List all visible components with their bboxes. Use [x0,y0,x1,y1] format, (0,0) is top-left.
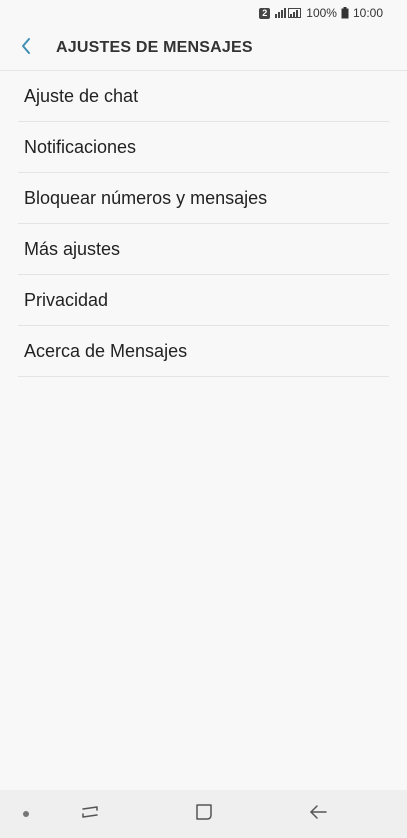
menu-item-label: Privacidad [24,289,109,310]
signal-icon [274,7,302,19]
settings-menu: Ajuste de chat Notificaciones Bloquear n… [18,71,389,377]
recent-apps-button[interactable] [78,802,102,826]
nav-back-button[interactable] [306,802,330,826]
menu-item-about-messages[interactable]: Acerca de Mensajes [18,326,389,377]
back-arrow-icon [308,803,328,826]
dot-indicator-icon [23,811,29,817]
navigation-bar [0,790,407,838]
status-bar: 2 100% 10:00 [0,0,407,26]
menu-item-label: Más ajustes [24,238,121,259]
page-title: AJUSTES DE MENSAJES [56,39,253,56]
back-button[interactable] [0,26,52,70]
menu-item-label: Notificaciones [24,136,137,157]
menu-item-more-settings[interactable]: Más ajustes [18,224,389,275]
menu-item-notifications[interactable]: Notificaciones [18,122,389,173]
app-header: AJUSTES DE MENSAJES [0,26,407,71]
battery-icon [341,7,349,19]
menu-item-label: Ajuste de chat [24,85,139,106]
menu-item-privacy[interactable]: Privacidad [18,275,389,326]
menu-item-label: Bloquear números y mensajes [24,187,268,208]
menu-item-label: Acerca de Mensajes [24,340,188,361]
menu-item-chat-settings[interactable]: Ajuste de chat [18,71,389,122]
sim-badge: 2 [259,7,271,19]
menu-item-block-numbers[interactable]: Bloquear números y mensajes [18,173,389,224]
clock: 10:00 [352,6,383,20]
chevron-left-icon [20,37,32,60]
recent-apps-icon [80,803,100,826]
home-button[interactable] [192,802,216,826]
battery-percent: 100% [306,6,337,20]
home-icon [194,802,214,827]
